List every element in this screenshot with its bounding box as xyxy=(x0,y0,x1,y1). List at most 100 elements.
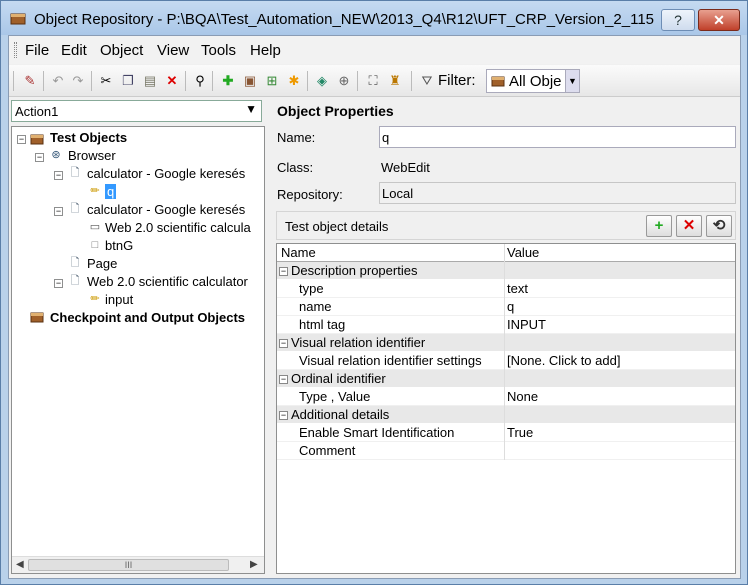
grid-property-row[interactable]: Comment xyxy=(277,442,735,460)
navigate-icon[interactable]: ⊕ xyxy=(335,72,353,90)
tree-node-page[interactable]: Page xyxy=(87,256,117,274)
category-label: Additional details xyxy=(291,407,390,422)
collapse-icon[interactable]: − xyxy=(35,153,44,162)
menu-tools[interactable]: Tools xyxy=(201,42,236,59)
paste-icon[interactable]: ▤ xyxy=(141,72,159,90)
collapse-icon[interactable]: − xyxy=(17,135,26,144)
property-value-cell xyxy=(504,262,735,280)
property-name-cell: − Visual relation identifier xyxy=(277,334,504,352)
toolbar-grip[interactable] xyxy=(13,71,14,91)
grid-property-row[interactable]: name q xyxy=(277,298,735,316)
tree-node-page[interactable]: calculator - Google keresés xyxy=(87,202,245,220)
property-value-cell[interactable]: None xyxy=(504,388,735,406)
undo-icon[interactable]: ↶ xyxy=(49,72,67,90)
menu-file[interactable]: File xyxy=(25,42,49,59)
object-tree[interactable]: − Test Objects − ⊛ Browser − 🗋 calculato… xyxy=(11,126,265,574)
page-icon: 🗋 xyxy=(70,257,80,269)
menubar-grip[interactable] xyxy=(14,42,17,58)
copy-icon[interactable]: ❐ xyxy=(119,72,137,90)
tree-node-webedit[interactable]: q xyxy=(105,184,117,202)
name-field[interactable]: q xyxy=(379,126,736,148)
button-icon: □ xyxy=(91,239,99,251)
property-value-cell[interactable]: q xyxy=(504,298,735,316)
collapse-icon[interactable]: − xyxy=(54,171,63,180)
remove-property-icon[interactable]: ✕ xyxy=(676,215,702,237)
tree-node-frame[interactable]: Web 2.0 scientific calculator xyxy=(87,274,248,292)
output-icon[interactable]: ♜ xyxy=(386,72,404,90)
menu-view[interactable]: View xyxy=(157,42,189,59)
close-button[interactable]: ✕ xyxy=(698,9,740,31)
redo-icon[interactable]: ↷ xyxy=(69,72,87,90)
scroll-thumb[interactable]: III xyxy=(28,559,229,571)
tree-node-browser[interactable]: Browser xyxy=(68,148,116,166)
grid-category-row[interactable]: − Description properties xyxy=(277,262,735,280)
delete-icon[interactable]: ✕ xyxy=(163,72,181,90)
grid-property-row[interactable]: Type , Value None xyxy=(277,388,735,406)
menu-help[interactable]: Help xyxy=(250,42,281,59)
grid-property-row[interactable]: Enable Smart Identification True xyxy=(277,424,735,442)
grid-category-row[interactable]: − Ordinal identifier xyxy=(277,370,735,388)
webelement-icon: ▭ xyxy=(89,221,101,233)
collapse-icon[interactable]: − xyxy=(279,267,288,276)
add-object-icon[interactable]: ✚ xyxy=(219,72,237,90)
property-name-cell: Type , Value xyxy=(299,389,371,404)
object-repository-icon xyxy=(10,13,26,25)
checkpoint-icon[interactable]: ⛶ xyxy=(364,72,382,90)
tree-node-page[interactable]: calculator - Google keresés xyxy=(87,166,245,184)
refresh-icon[interactable]: ⟲ xyxy=(706,215,732,237)
checkpoint-repository-icon xyxy=(30,312,44,323)
property-name-cell: − Description properties xyxy=(277,262,504,280)
grid-property-row[interactable]: type text xyxy=(277,280,735,298)
new-object-icon[interactable]: ✱ xyxy=(285,72,303,90)
collapse-icon[interactable]: − xyxy=(54,279,63,288)
menu-edit[interactable]: Edit xyxy=(61,42,87,59)
find-icon[interactable]: ⚲ xyxy=(191,72,209,90)
edit-icon[interactable]: ✎ xyxy=(21,72,39,90)
object-spy-icon[interactable]: ◈ xyxy=(313,72,331,90)
title-bar[interactable]: Object Repository - P:\BQA\Test_Automati… xyxy=(1,1,747,35)
browser-icon: ⊛ xyxy=(51,149,61,161)
scroll-right-icon[interactable]: ▶ xyxy=(250,559,258,570)
column-value-header[interactable]: Value xyxy=(504,244,735,262)
collapse-icon[interactable]: − xyxy=(279,339,288,348)
tree-node-webelement[interactable]: Web 2.0 scientific calcula xyxy=(105,220,251,238)
filter-dropdown[interactable]: All Obje ▼ xyxy=(486,69,580,93)
object-repository-icon xyxy=(30,134,44,145)
property-value-cell[interactable]: [None. Click to add] xyxy=(504,352,735,370)
grid-category-row[interactable]: − Additional details xyxy=(277,406,735,424)
horizontal-scrollbar[interactable]: ◀ III ▶ xyxy=(12,556,264,573)
filter-value: All Obje xyxy=(509,73,562,90)
cut-icon[interactable]: ✂ xyxy=(97,72,115,90)
collapse-icon[interactable]: − xyxy=(279,411,288,420)
properties-grid[interactable]: Name Value − Description properties type te… xyxy=(276,243,736,574)
property-value-cell[interactable]: text xyxy=(504,280,735,298)
grid-property-row[interactable]: html tag INPUT xyxy=(277,316,735,334)
property-value-cell[interactable]: True xyxy=(504,424,735,442)
class-value: WebEdit xyxy=(381,160,430,175)
tree-node-test-objects[interactable]: Test Objects xyxy=(50,130,127,148)
locate-icon[interactable]: ⊞ xyxy=(263,72,281,90)
help-button[interactable]: ? xyxy=(661,9,695,31)
grid-category-row[interactable]: − Visual relation identifier xyxy=(277,334,735,352)
property-value-cell[interactable] xyxy=(504,442,735,460)
filter-icon: ⛛ xyxy=(421,73,433,88)
collapse-icon[interactable]: − xyxy=(279,375,288,384)
scroll-left-icon[interactable]: ◀ xyxy=(16,559,24,570)
column-name-header[interactable]: Name xyxy=(277,244,504,262)
tree-node-webedit[interactable]: input xyxy=(105,292,133,310)
highlight-icon[interactable]: ▣ xyxy=(241,72,259,90)
collapse-icon[interactable]: − xyxy=(54,207,63,216)
chevron-down-icon[interactable]: ▼ xyxy=(565,70,579,92)
action-selector[interactable]: Action1 ▼ xyxy=(11,100,262,122)
selected-node-label: q xyxy=(105,184,117,199)
tree-node-button[interactable]: btnG xyxy=(105,238,133,256)
chevron-down-icon[interactable]: ▼ xyxy=(245,102,257,116)
property-value-cell[interactable]: INPUT xyxy=(504,316,735,334)
menu-object[interactable]: Object xyxy=(100,42,143,59)
property-name-cell: Comment xyxy=(299,443,356,458)
tree-node-checkpoints[interactable]: Checkpoint and Output Objects xyxy=(50,310,245,328)
toolbar: ✎ ↶ ↷ ✂ ❐ ▤ ✕ ⚲ ✚ ▣ ⊞ ✱ ◈ ⊕ ⛶ ♜ ⛛ Filter… xyxy=(9,65,740,97)
add-property-icon[interactable]: + xyxy=(646,215,672,237)
grid-property-row[interactable]: Visual relation identifier settings [None… xyxy=(277,352,735,370)
property-name-cell: html tag xyxy=(299,317,346,332)
